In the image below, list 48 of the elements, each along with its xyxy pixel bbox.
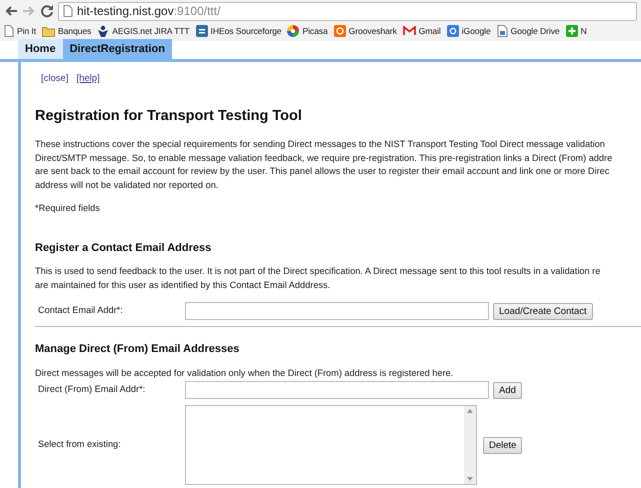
close-link[interactable]: [close]: [41, 72, 68, 86]
field-label: Direct (From) Email Addr*:: [38, 383, 146, 396]
bookmark[interactable]: Picasa: [287, 25, 328, 38]
section-heading: Manage Direct (From) Email Addresses: [35, 342, 240, 357]
bookmark[interactable]: iGoogle: [446, 25, 491, 38]
section-heading: Register a Contact Email Address: [35, 240, 212, 256]
bookmark[interactable]: Gmail: [402, 25, 441, 38]
scroll-up-icon[interactable]: [467, 409, 473, 413]
pinwheel-icon: [287, 25, 300, 38]
bookmark[interactable]: Grooveshark: [334, 25, 397, 38]
section-description: This is used to send feedback to the user. It is not part of the Direct specification. A Direct message sent to this tool results in a validation re are maintained for this user as identified by this Contact Email Adddress.: [35, 265, 602, 292]
bookmark[interactable]: Google Drive: [496, 25, 560, 38]
bookmark[interactable]: AEGIS.net JIRA TTT: [97, 25, 190, 38]
tab[interactable]: Home: [18, 39, 63, 59]
load-create-button[interactable]: Load/Create Contact: [493, 302, 593, 320]
page-title: Registration for Transport Testing Tool: [35, 107, 303, 126]
bookmark[interactable]: N: [566, 25, 587, 38]
folder-icon: [42, 26, 55, 37]
page-icon: [4, 25, 14, 38]
add-button[interactable]: Add: [493, 382, 522, 398]
plus-icon: [566, 25, 578, 38]
reload-icon[interactable]: [40, 4, 54, 18]
tab[interactable]: DirectRegistration: [62, 39, 172, 59]
mail-icon: [402, 26, 416, 36]
page-icon: [63, 5, 73, 17]
section-description: Direct messages will be accepted for validation only when the Direct (From) address is registered here.: [35, 366, 454, 380]
direct-email-field[interactable]: [185, 381, 489, 399]
intro-paragraph: These instructions cover the special requirements for sending Direct messages to the NIST Transport Testing Tool Direct message validation Direct/SMTP message. So, to enable message valiation feedback, we require pre-registration. This pre-registration links a Direct (From) addre are sent back to the email account for review by the user. This panel allows the user to register their email account and link one or more Direc address will not be validated nor reported on.: [35, 138, 614, 192]
required-note: *Required fields: [35, 202, 101, 215]
bookmark[interactable]: Pin It: [4, 25, 36, 38]
figure-icon: [97, 25, 110, 38]
address-listbox[interactable]: [185, 405, 477, 485]
document-icon: [496, 25, 508, 38]
circle-icon: [334, 25, 346, 38]
field-label: Select from existing:: [38, 438, 122, 452]
back-arrow-icon[interactable]: [4, 4, 18, 18]
bookmark[interactable]: IHEos Sourceforge: [196, 25, 282, 38]
bookmark[interactable]: Banques: [42, 25, 92, 38]
url-text: hit-testing.nist.gov:9100/ttt/: [77, 2, 220, 20]
help-link[interactable]: [help]: [76, 72, 100, 86]
scroll-down-icon[interactable]: [467, 477, 473, 481]
list-icon: [196, 25, 208, 38]
field-label: Contact Email Addr*:: [38, 304, 124, 318]
address-bar[interactable]: hit-testing.nist.gov:9100/ttt/: [58, 2, 637, 20]
delete-button[interactable]: Delete: [483, 436, 522, 454]
scrollbar[interactable]: [464, 406, 476, 484]
contact-email-field[interactable]: [185, 302, 489, 320]
circle-icon: [446, 25, 459, 38]
